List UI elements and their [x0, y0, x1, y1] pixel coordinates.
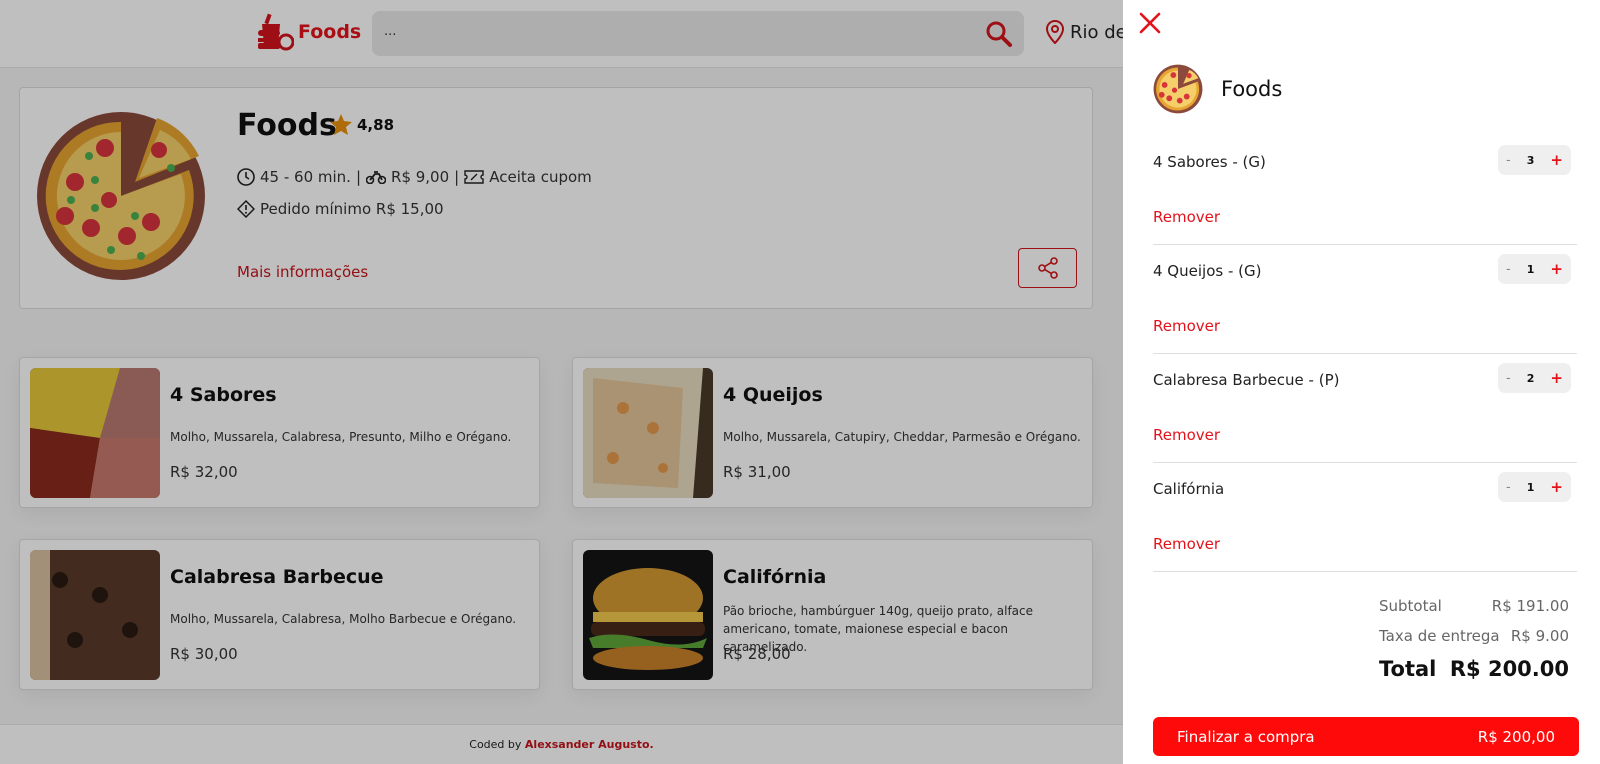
cart-item-name: Califórnia: [1153, 480, 1225, 498]
cart-store-header: Foods: [1153, 64, 1282, 114]
subtotal-value: R$ 191.00: [1491, 597, 1569, 615]
increase-button[interactable]: +: [1550, 478, 1563, 496]
increase-button[interactable]: +: [1550, 369, 1563, 387]
quantity-stepper: - 2 +: [1498, 363, 1571, 393]
checkout-total: R$ 200,00: [1477, 727, 1555, 746]
decrease-button[interactable]: -: [1506, 480, 1511, 495]
quantity-value: 1: [1526, 262, 1535, 276]
cart-item-name: Calabresa Barbecue - (P): [1153, 371, 1340, 389]
delivery-fee-value: R$ 9.00: [1510, 627, 1569, 645]
cart-store-name: Foods: [1221, 77, 1283, 101]
delivery-fee-label: Taxa de entrega: [1379, 627, 1500, 645]
cart-item: Califórnia - 1 + Remover: [1153, 463, 1577, 572]
remove-item-button[interactable]: Remover: [1153, 208, 1220, 226]
cart-item: 4 Queijos - (G) - 1 + Remover: [1153, 245, 1577, 354]
cart-item-name: 4 Queijos - (G): [1153, 262, 1262, 280]
total-value: R$ 200.00: [1449, 657, 1569, 681]
quantity-value: 2: [1526, 371, 1535, 385]
remove-item-button[interactable]: Remover: [1153, 426, 1220, 444]
quantity-value: 3: [1526, 153, 1535, 167]
subtotal-row: Subtotal R$ 191.00: [1379, 597, 1569, 615]
total-row: Total R$ 200.00: [1379, 657, 1569, 681]
checkout-label: Finalizar a compra: [1177, 727, 1315, 746]
increase-button[interactable]: +: [1550, 260, 1563, 278]
remove-item-button[interactable]: Remover: [1153, 317, 1220, 335]
cart-item: Calabresa Barbecue - (P) - 2 + Remover: [1153, 354, 1577, 463]
remove-item-button[interactable]: Remover: [1153, 535, 1220, 553]
quantity-stepper: - 1 +: [1498, 472, 1571, 502]
pizza-logo-icon: [1153, 64, 1203, 114]
increase-button[interactable]: +: [1550, 151, 1563, 169]
quantity-stepper: - 1 +: [1498, 254, 1571, 284]
subtotal-label: Subtotal: [1379, 597, 1442, 615]
quantity-value: 1: [1526, 480, 1535, 494]
total-label: Total: [1379, 657, 1437, 681]
close-icon[interactable]: [1137, 10, 1163, 36]
decrease-button[interactable]: -: [1506, 262, 1511, 277]
quantity-stepper: - 3 +: [1498, 145, 1571, 175]
cart-item: 4 Sabores - (G) - 3 + Remover: [1153, 136, 1577, 245]
decrease-button[interactable]: -: [1506, 371, 1511, 386]
cart-drawer: Foods 4 Sabores - (G) - 3 + Remover 4 Qu…: [1123, 0, 1600, 764]
modal-backdrop[interactable]: [0, 0, 1123, 764]
delivery-fee-row: Taxa de entrega R$ 9.00: [1379, 627, 1569, 645]
cart-item-name: 4 Sabores - (G): [1153, 153, 1266, 171]
decrease-button[interactable]: -: [1506, 153, 1511, 168]
checkout-button[interactable]: Finalizar a compra R$ 200,00: [1153, 717, 1579, 756]
